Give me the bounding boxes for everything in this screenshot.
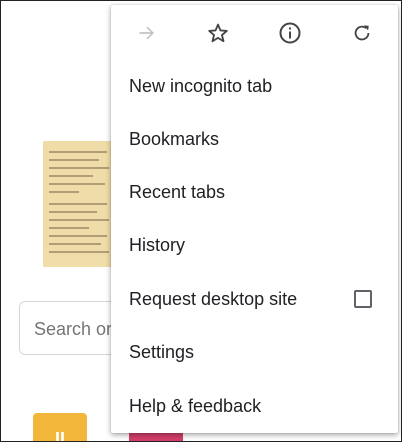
- reload-button[interactable]: [348, 19, 376, 47]
- bookmark-button[interactable]: [204, 19, 232, 47]
- menu-item-history[interactable]: History: [111, 219, 398, 272]
- shortcut-tile[interactable]: II: [33, 413, 87, 442]
- menu-item-label: Request desktop site: [129, 289, 298, 309]
- forward-button[interactable]: [133, 19, 161, 47]
- star-outline-icon: [208, 23, 228, 43]
- screen: Search or II New incognito tab Bookmarks…: [0, 0, 402, 442]
- menu-item-new-incognito-tab[interactable]: New incognito tab: [111, 60, 398, 113]
- search-placeholder: Search or: [34, 319, 113, 339]
- info-icon: [279, 22, 301, 44]
- menu-item-label: Recent tabs: [129, 182, 226, 202]
- logo-thumbnail-image: [43, 141, 115, 267]
- arrow-forward-icon: [139, 26, 155, 40]
- menu-item-request-desktop-site[interactable]: Request desktop site: [111, 273, 398, 326]
- menu-item-bookmarks[interactable]: Bookmarks: [111, 113, 398, 166]
- menu-item-label: History: [129, 235, 186, 255]
- menu-item-label: New incognito tab: [129, 76, 273, 96]
- page-info-button[interactable]: [276, 19, 304, 47]
- menu-item-label: Bookmarks: [129, 129, 220, 149]
- menu-item-label: Settings: [129, 342, 195, 362]
- shortcut-tile-letter: II: [55, 429, 66, 442]
- menu-item-help-feedback[interactable]: Help & feedback: [111, 380, 398, 433]
- request-desktop-site-checkbox[interactable]: [354, 290, 372, 308]
- overflow-menu: New incognito tab Bookmarks Recent tabs …: [111, 5, 398, 433]
- menu-toolbar: [111, 5, 398, 61]
- menu-item-recent-tabs[interactable]: Recent tabs: [111, 166, 398, 219]
- menu-item-settings[interactable]: Settings: [111, 326, 398, 379]
- menu-item-label: Help & feedback: [129, 396, 262, 416]
- refresh-icon: [354, 25, 370, 41]
